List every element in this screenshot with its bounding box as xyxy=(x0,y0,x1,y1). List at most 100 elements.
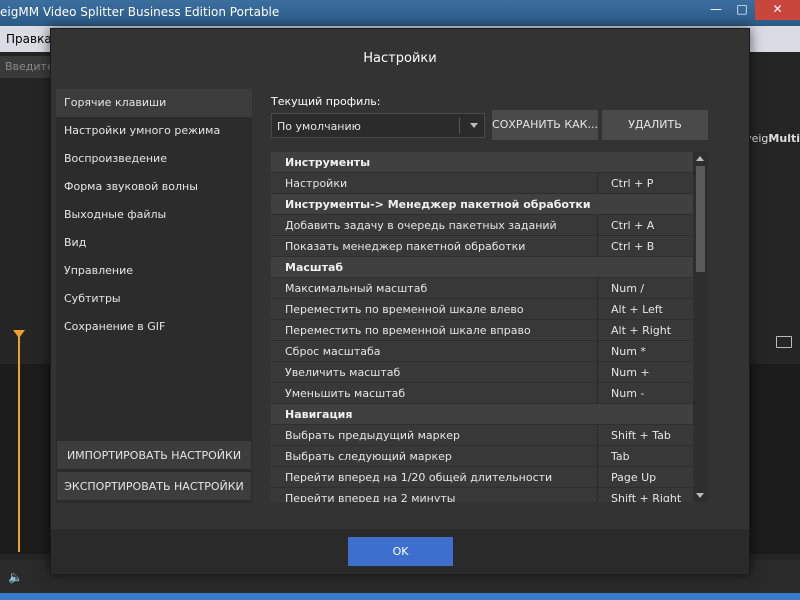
section-label: Навигация xyxy=(285,408,353,421)
hotkey-key[interactable]: Alt + Right xyxy=(611,324,671,337)
table-row[interactable]: Выбрать следующий маркер Tab xyxy=(271,446,693,467)
section-label: Инструменты xyxy=(285,156,371,169)
delete-button[interactable]: УДАЛИТЬ xyxy=(602,110,708,140)
column-divider xyxy=(597,215,598,236)
hotkey-action: Перейти вперед на 1/20 общей длительност… xyxy=(285,471,553,484)
column-divider xyxy=(597,320,598,341)
hotkey-action: Показать менеджер пакетной обработки xyxy=(285,240,526,253)
hotkey-action: Переместить по временной шкале вправо xyxy=(285,324,531,337)
table-row[interactable]: Переместить по временной шкале вправо Alt… xyxy=(271,320,693,341)
column-divider xyxy=(597,173,598,194)
table-row[interactable]: Переместить по временной шкале влево Alt … xyxy=(271,299,693,320)
column-divider xyxy=(597,446,598,467)
dialog-title: Настройки xyxy=(363,51,437,66)
sidebar-item-playback[interactable]: Воспроизведение xyxy=(56,145,252,173)
table-row[interactable]: Увеличить масштаб Num + xyxy=(271,362,693,383)
scroll-up-icon[interactable] xyxy=(696,156,704,161)
hotkey-key[interactable]: Alt + Left xyxy=(611,303,663,316)
hotkey-action: Переместить по временной шкале влево xyxy=(285,303,524,316)
sidebar-item-view[interactable]: Вид xyxy=(56,229,252,257)
chevron-down-icon xyxy=(470,123,478,128)
column-divider xyxy=(597,278,598,299)
window-title: eigMM Video Splitter Business Edition Po… xyxy=(0,5,280,19)
hotkeys-table: Инструменты Настройки Ctrl + P Инструменты-… xyxy=(271,152,708,502)
hotkey-action: Настройки xyxy=(285,177,348,190)
export-settings-button[interactable]: ЭКСПОРТИРОВАТЬ НАСТРОЙКИ xyxy=(56,471,252,501)
hotkey-key[interactable]: Tab xyxy=(611,450,630,463)
table-row[interactable]: Настройки Ctrl + P xyxy=(271,173,693,194)
volume-icon[interactable]: 🔈 xyxy=(8,570,23,584)
sidebar-item-output-files[interactable]: Выходные файлы xyxy=(56,201,252,229)
column-divider xyxy=(597,467,598,488)
select-separator xyxy=(459,117,460,134)
window-titlebar: eigMM Video Splitter Business Edition Po… xyxy=(0,0,800,26)
hotkey-action: Уменьшить масштаб xyxy=(285,387,406,400)
table-section-header: Инструменты-> Менеджер пакетной обработк… xyxy=(271,194,693,215)
ok-button[interactable]: OK xyxy=(348,537,453,566)
sidebar-item-waveform[interactable]: Форма звуковой волны xyxy=(56,173,252,201)
hotkey-key[interactable]: Shift + Right xyxy=(611,492,681,502)
close-button[interactable]: ✕ xyxy=(755,0,800,20)
hotkey-action: Добавить задачу в очередь пакетных задан… xyxy=(285,219,557,232)
hotkey-action: Увеличить масштаб xyxy=(285,366,401,379)
hotkey-action: Выбрать следующий маркер xyxy=(285,450,452,463)
minimize-button[interactable]: — xyxy=(703,0,729,20)
sidebar-item-smart-mode[interactable]: Настройки умного режима xyxy=(56,117,252,145)
table-row[interactable]: Максимальный масштаб Num / xyxy=(271,278,693,299)
table-row[interactable]: Добавить задачу в очередь пакетных задан… xyxy=(271,215,693,236)
section-label: Инструменты-> Менеджер пакетной обработк… xyxy=(285,198,591,211)
hotkey-key[interactable]: Ctrl + P xyxy=(611,177,653,190)
import-settings-button[interactable]: ИМПОРТИРОВАТЬ НАСТРОЙКИ xyxy=(56,440,252,470)
hotkey-action: Выбрать предыдущий маркер xyxy=(285,429,461,442)
hotkeys-rows: Инструменты Настройки Ctrl + P Инструменты-… xyxy=(271,152,708,502)
column-divider xyxy=(597,383,598,404)
column-divider xyxy=(597,236,598,257)
table-section-header: Инструменты xyxy=(271,152,693,173)
settings-dialog: Настройки Горячие клавиши Настройки умно… xyxy=(50,28,750,574)
sidebar-item-subtitles[interactable]: Субтитры xyxy=(56,285,252,313)
save-as-button[interactable]: СОХРАНИТЬ КАК... xyxy=(492,110,598,140)
table-row[interactable]: Уменьшить масштаб Num - xyxy=(271,383,693,404)
playhead-line[interactable] xyxy=(18,332,20,552)
sidebar-item-gif[interactable]: Сохранение в GIF xyxy=(56,313,252,341)
folder-icon[interactable] xyxy=(776,336,792,348)
section-label: Масштаб xyxy=(285,261,344,274)
hotkey-key[interactable]: Ctrl + B xyxy=(611,240,654,253)
table-section-header: Навигация xyxy=(271,404,693,425)
hotkey-key[interactable]: Num * xyxy=(611,345,646,358)
scroll-down-icon[interactable] xyxy=(696,493,704,498)
menu-edit[interactable]: Правка xyxy=(6,32,52,46)
hotkey-key[interactable]: Ctrl + A xyxy=(611,219,654,232)
profile-label: Текущий профиль: xyxy=(271,95,381,108)
column-divider xyxy=(597,488,598,502)
hotkey-action: Перейти вперед на 2 минуты xyxy=(285,492,456,502)
window-controls: — □ ✕ xyxy=(703,0,800,20)
column-divider xyxy=(597,362,598,383)
table-row[interactable]: Перейти вперед на 2 минуты Shift + Right xyxy=(271,488,693,502)
taskbar-edge xyxy=(0,593,800,600)
hotkey-action: Максимальный масштаб xyxy=(285,282,428,295)
hotkey-action: Сброс масштаба xyxy=(285,345,381,358)
sidebar-item-control[interactable]: Управление xyxy=(56,257,252,285)
table-row[interactable]: Выбрать предыдущий маркер Shift + Tab xyxy=(271,425,693,446)
hotkey-key[interactable]: Page Up xyxy=(611,471,656,484)
brand-bold: Multi xyxy=(768,132,800,145)
profile-select[interactable]: По умолчанию xyxy=(271,113,485,138)
hotkey-key[interactable]: Shift + Tab xyxy=(611,429,671,442)
table-row[interactable]: Показать менеджер пакетной обработки Ctrl… xyxy=(271,236,693,257)
column-divider xyxy=(597,425,598,446)
hotkey-key[interactable]: Num + xyxy=(611,366,650,379)
sidebar-item-hotkeys[interactable]: Горячие клавиши xyxy=(56,89,252,117)
profile-select-value: По умолчанию xyxy=(277,120,361,133)
column-divider xyxy=(597,299,598,320)
background-brand: lveigMulti xyxy=(742,132,800,145)
table-row[interactable]: Сброс масштаба Num * xyxy=(271,341,693,362)
column-divider xyxy=(597,341,598,362)
hotkey-key[interactable]: Num / xyxy=(611,282,644,295)
scroll-thumb[interactable] xyxy=(696,166,705,272)
table-section-header: Масштаб xyxy=(271,257,693,278)
table-row[interactable]: Перейти вперед на 1/20 общей длительност… xyxy=(271,467,693,488)
maximize-button[interactable]: □ xyxy=(729,0,755,20)
table-scrollbar[interactable] xyxy=(693,152,708,502)
hotkey-key[interactable]: Num - xyxy=(611,387,644,400)
